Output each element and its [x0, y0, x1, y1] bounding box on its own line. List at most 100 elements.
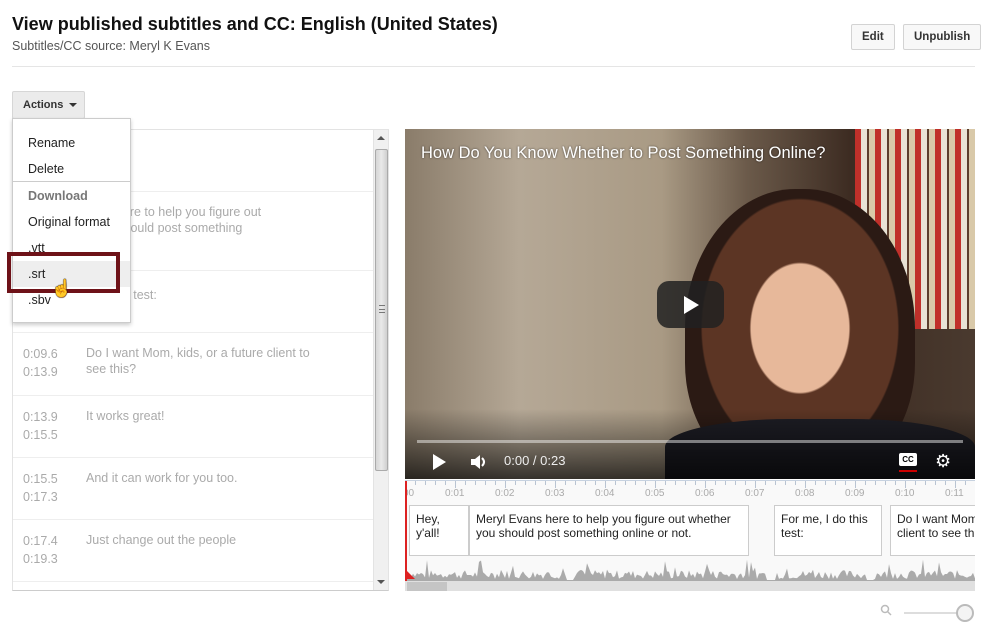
timeline-cue[interactable]: Hey, y'all! — [409, 505, 469, 556]
caption-text: It works great! — [86, 409, 165, 423]
caption-row[interactable]: 0:17.4 0:19.3 Just change out the people — [13, 520, 375, 582]
page-title: View published subtitles and CC: English… — [12, 14, 498, 34]
menu-item-sbv[interactable]: .sbv — [28, 293, 51, 307]
caption-row[interactable]: 0:13.9 0:15.5 It works great! — [13, 396, 375, 458]
caption-timeline[interactable]: 000:010:020:030:040:050:060:070:080:090:… — [405, 480, 975, 591]
volume-icon[interactable] — [471, 454, 489, 470]
ruler-tick — [845, 481, 846, 485]
end-time: 0:15.5 — [23, 428, 58, 442]
menu-item-original-format[interactable]: Original format — [28, 215, 110, 229]
progress-bar[interactable] — [417, 440, 963, 443]
time-display: 0:00 / 0:23 — [504, 453, 566, 468]
ruler-tick — [445, 481, 446, 485]
ruler-tick — [655, 481, 656, 488]
playhead-marker-icon[interactable] — [405, 569, 415, 579]
ruler-label: 0:06 — [695, 488, 715, 499]
hand-pointer-cursor-icon: ☝ — [51, 279, 73, 298]
ruler-tick — [865, 481, 866, 485]
caption-text: Do I want Mom, kids, or a future client … — [86, 346, 310, 376]
ruler-tick — [475, 481, 476, 485]
caption-time: 0:09.6 0:13.9 — [23, 345, 58, 381]
start-time: 0:13.9 — [23, 410, 58, 424]
actions-dropdown-button[interactable]: Actions — [12, 91, 85, 119]
ruler-tick — [925, 481, 926, 485]
caption-row[interactable]: 0:09.6 0:13.9 Do I want Mom, kids, or a f… — [13, 333, 375, 396]
ruler-tick — [555, 481, 556, 488]
ruler-tick — [575, 481, 576, 485]
ruler-label: 0:01 — [445, 488, 465, 499]
video-title[interactable]: How Do You Know Whether to Post Somethin… — [421, 144, 825, 163]
ruler-tick — [775, 481, 776, 485]
ruler-tick — [805, 481, 806, 488]
ruler-tick — [895, 481, 896, 485]
end-time: 0:13.9 — [23, 365, 58, 379]
ruler-tick — [795, 481, 796, 485]
ruler-tick — [815, 481, 816, 485]
gear-icon[interactable]: ⚙ — [935, 451, 951, 472]
ruler-tick — [615, 481, 616, 485]
time-ruler[interactable]: 000:010:020:030:040:050:060:070:080:090:… — [405, 481, 975, 501]
ruler-tick — [945, 481, 946, 485]
ruler-label: 0:09 — [845, 488, 865, 499]
caption-time: 0:17.4 0:19.3 — [23, 532, 58, 568]
end-time: 0:17.3 — [23, 490, 58, 504]
ruler-tick — [765, 481, 766, 485]
ruler-tick — [485, 481, 486, 485]
timeline-cue[interactable]: Do I want Mom, kids, or a future client … — [890, 505, 975, 556]
menu-header-download: Download — [28, 189, 88, 203]
ruler-tick — [505, 481, 506, 488]
scrollbar-thumb[interactable] — [407, 582, 447, 591]
menu-item-delete[interactable]: Delete — [28, 162, 64, 176]
horizontal-scrollbar[interactable] — [405, 581, 975, 591]
menu-item-rename[interactable]: Rename — [28, 136, 75, 150]
timeline-cue[interactable]: Meryl Evans here to help you figure out … — [469, 505, 749, 556]
ruler-tick — [455, 481, 456, 488]
large-play-button-icon[interactable] — [657, 281, 724, 328]
caption-time: 0:15.5 0:17.3 — [23, 470, 58, 506]
waveform-path — [405, 559, 975, 581]
actions-label: Actions — [23, 99, 64, 111]
ruler-label: 0:07 — [745, 488, 765, 499]
ruler-tick — [625, 481, 626, 485]
playhead[interactable] — [405, 481, 407, 581]
cc-icon[interactable]: CC — [899, 453, 917, 466]
ruler-tick — [415, 481, 416, 485]
ruler-tick — [435, 481, 436, 485]
zoom-search-icon — [880, 604, 892, 616]
ruler-tick — [875, 481, 876, 485]
start-time: 0:17.4 — [23, 534, 58, 548]
ruler-tick — [885, 481, 886, 485]
ruler-tick — [545, 481, 546, 485]
ruler-label: 0:10 — [895, 488, 915, 499]
ruler-tick — [605, 481, 606, 488]
header-divider — [12, 66, 975, 67]
ruler-tick — [465, 481, 466, 485]
unpublish-button[interactable]: Unpublish — [903, 24, 982, 50]
caption-text: And it can work for you too. — [86, 471, 238, 485]
scroll-down-arrow-icon[interactable] — [377, 580, 385, 584]
scrollbar-thumb[interactable] — [375, 149, 388, 471]
ruler-tick — [665, 481, 666, 485]
ruler-tick — [525, 481, 526, 485]
ruler-tick — [825, 481, 826, 485]
ruler-tick — [725, 481, 726, 485]
ruler-label: 0:08 — [795, 488, 815, 499]
ruler-tick — [745, 481, 746, 485]
timeline-cue[interactable]: For me, I do this test: — [774, 505, 882, 556]
ruler-label: 0:02 — [495, 488, 515, 499]
edit-button[interactable]: Edit — [851, 24, 895, 50]
scroll-up-arrow-icon[interactable] — [377, 136, 385, 140]
start-time: 0:15.5 — [23, 472, 58, 486]
end-time: 0:19.3 — [23, 552, 58, 566]
ruler-tick — [735, 481, 736, 485]
zoom-slider-handle[interactable] — [956, 604, 974, 622]
vertical-scrollbar[interactable] — [373, 130, 388, 590]
video-player[interactable]: How Do You Know Whether to Post Somethin… — [405, 129, 975, 479]
ruler-tick — [585, 481, 586, 485]
play-icon[interactable] — [433, 454, 446, 470]
ruler-tick — [495, 481, 496, 485]
caption-row[interactable]: 0:15.5 0:17.3 And it can work for you too… — [13, 458, 375, 520]
ruler-label: 0:03 — [545, 488, 565, 499]
ruler-tick — [835, 481, 836, 485]
ruler-label: 0:11 — [945, 488, 964, 499]
